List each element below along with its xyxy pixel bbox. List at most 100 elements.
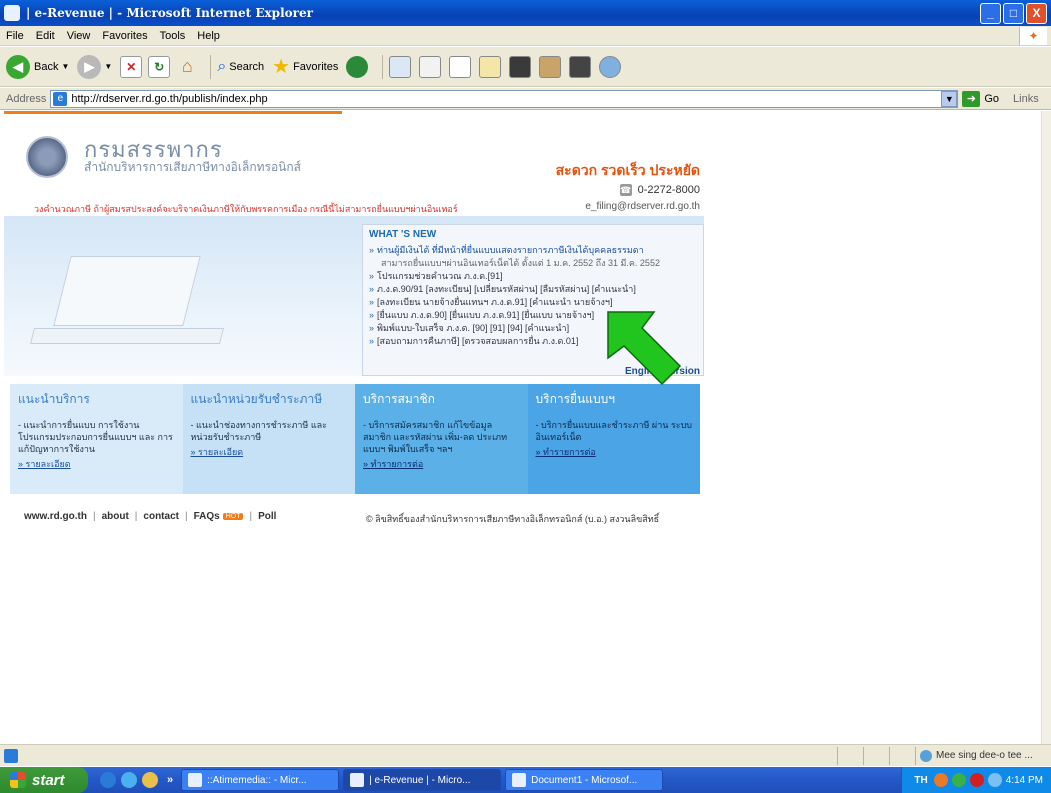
favorites-label: Favorites bbox=[293, 60, 339, 73]
people-icon[interactable] bbox=[599, 55, 622, 78]
window-title-bar[interactable]: | e-Revenue | - Microsoft Internet Explo… bbox=[0, 0, 1051, 26]
phone-icon: ☎ bbox=[619, 184, 632, 196]
minimize-button[interactable]: _ bbox=[980, 3, 1001, 24]
service-card: บริการยื่นแบบฯ - บริการยื่นแบบและชำระภาษ… bbox=[527, 384, 700, 494]
vertical-scrollbar[interactable] bbox=[1041, 111, 1051, 744]
green-pointer-arrow-icon bbox=[607, 311, 682, 386]
service-text: - บริการสมัครสมาชิก แก้ไขข้อมูล สมาชิก แ… bbox=[363, 420, 508, 454]
service-title: บริการสมาชิก bbox=[363, 392, 435, 406]
task-label: Document1 - Microsof... bbox=[531, 774, 638, 786]
ie-window-icon bbox=[4, 5, 20, 21]
go-button[interactable]: ➜ Go bbox=[962, 90, 999, 107]
search-button[interactable]: ⌕ Search bbox=[217, 58, 264, 76]
app-icon[interactable] bbox=[569, 55, 592, 78]
news-item[interactable]: » ภ.ง.ด.90/91 [ลงทะเบียน] [เปลี่ยนรหัสผ่า… bbox=[369, 283, 697, 296]
hot-badge: HOT bbox=[222, 513, 244, 520]
refresh-icon[interactable]: ↻ bbox=[148, 55, 171, 78]
menu-tools[interactable]: Tools bbox=[160, 30, 186, 42]
service-card: บริการสมาชิก - บริการสมัครสมาชิก แก้ไขข้… bbox=[355, 384, 528, 494]
forward-arrow-icon: ▶ bbox=[77, 54, 102, 79]
task-label: ::Atimemedia:: - Micr... bbox=[207, 774, 307, 786]
favorites-star-icon: ★ bbox=[272, 56, 291, 78]
ie-quicklaunch-icon[interactable] bbox=[100, 772, 116, 788]
service-text: - แนะนำการยื่นแบบ การใช้งาน โปรแกรมประกอ… bbox=[18, 420, 173, 454]
footer-link-poll[interactable]: Poll bbox=[258, 511, 276, 522]
go-arrow-icon: ➜ bbox=[962, 90, 981, 107]
links-button[interactable]: Links bbox=[1013, 93, 1039, 105]
forward-dropdown-icon[interactable]: ▼ bbox=[104, 62, 112, 71]
footer-separator: | bbox=[249, 511, 253, 522]
menu-edit[interactable]: Edit bbox=[36, 30, 55, 42]
footer-separator: | bbox=[134, 511, 138, 522]
service-link[interactable]: » ทำรายการต่อ bbox=[363, 457, 520, 471]
footer-link-contact[interactable]: contact bbox=[143, 511, 179, 522]
search-icon: ⌕ bbox=[217, 57, 227, 75]
language-indicator[interactable]: TH bbox=[914, 775, 927, 786]
volume-icon[interactable] bbox=[987, 773, 1002, 787]
taskbar-item[interactable]: ::Atimemedia:: - Micr... bbox=[181, 769, 340, 791]
service-title: บริการยื่นแบบฯ bbox=[535, 392, 615, 406]
service-card: แนะนำหน่วยรับชำระภาษี - แนะนำช่องทางการช… bbox=[182, 384, 355, 494]
desktop-quicklaunch-icon[interactable] bbox=[121, 772, 137, 788]
page-viewport[interactable]: กรมสรรพากร สำนักบริหารการเสียภาษีทางอิเล… bbox=[0, 111, 1041, 744]
news-item[interactable]: » โปรแกรมช่วยคำนวณ ภ.ง.ด.[91] bbox=[369, 270, 697, 283]
bullet-arrow-icon: » bbox=[369, 336, 375, 346]
quick-launch: » bbox=[100, 772, 177, 788]
forward-button[interactable]: ▶ ▼ bbox=[77, 54, 112, 79]
services-row: แนะนำบริการ - แนะนำการยื่นแบบ การใช้งาน … bbox=[10, 384, 700, 494]
user-icon bbox=[920, 749, 932, 762]
back-button[interactable]: ◀ Back ▼ bbox=[6, 54, 69, 79]
service-card: แนะนำบริการ - แนะนำการยื่นแบบ การใช้งาน … bbox=[10, 384, 183, 494]
clock: 4:14 PM bbox=[1005, 774, 1043, 786]
menu-file[interactable]: File bbox=[6, 30, 24, 42]
favorites-button[interactable]: ★ Favorites bbox=[272, 54, 338, 79]
media-quicklaunch-icon[interactable] bbox=[142, 772, 158, 788]
footer-separator: | bbox=[184, 511, 188, 522]
network-icon[interactable] bbox=[933, 773, 948, 787]
menu-view[interactable]: View bbox=[67, 30, 91, 42]
taskbar-item[interactable]: Document1 - Microsof... bbox=[505, 769, 664, 791]
footer-link-faqs[interactable]: FAQs bbox=[194, 511, 220, 522]
research-icon[interactable] bbox=[539, 55, 562, 78]
contact-email[interactable]: e_filing@rdserver.rd.go.th bbox=[585, 201, 700, 212]
footer-link-site[interactable]: www.rd.go.th bbox=[24, 511, 87, 522]
toolbar-separator bbox=[382, 54, 384, 79]
back-dropdown-icon[interactable]: ▼ bbox=[61, 62, 69, 71]
window-title: | e-Revenue | - Microsoft Internet Explo… bbox=[26, 6, 313, 20]
history-icon[interactable] bbox=[346, 55, 369, 78]
back-arrow-icon: ◀ bbox=[6, 54, 30, 79]
browser-toolbar: ◀ Back ▼ ▶ ▼ ✕ ↻ ⌂ ⌕ Search ★ Favorites bbox=[0, 47, 1051, 87]
antivirus-icon[interactable] bbox=[969, 773, 984, 787]
close-button[interactable]: X bbox=[1026, 3, 1047, 24]
address-dropdown-icon[interactable]: ▼ bbox=[941, 90, 958, 107]
messenger-tray-icon[interactable] bbox=[951, 773, 966, 787]
print-icon[interactable] bbox=[419, 55, 442, 78]
bullet-arrow-icon: » bbox=[369, 245, 375, 255]
bullet-arrow-icon: » bbox=[369, 323, 375, 333]
address-input[interactable]: e http://rdserver.rd.go.th/publish/index… bbox=[50, 89, 959, 108]
footer-link-about[interactable]: about bbox=[102, 511, 129, 522]
menu-help[interactable]: Help bbox=[197, 30, 220, 42]
mail-icon[interactable] bbox=[389, 55, 412, 78]
laptop-illustration bbox=[22, 256, 224, 366]
service-link[interactable]: » ทำรายการต่อ bbox=[536, 445, 693, 459]
service-link[interactable]: » รายละเอียด bbox=[191, 445, 348, 459]
chevron-right-icon[interactable]: » bbox=[167, 774, 173, 786]
status-pane bbox=[837, 746, 863, 765]
messenger-icon[interactable] bbox=[509, 55, 532, 78]
status-zone: Mee sing dee-o tee ... bbox=[915, 746, 1051, 765]
taskbar-item-active[interactable]: | e-Revenue | - Micro... bbox=[343, 769, 502, 791]
zone-text: Mee sing dee-o tee ... bbox=[936, 750, 1033, 761]
home-icon[interactable]: ⌂ bbox=[176, 56, 198, 78]
revenue-department-seal-icon bbox=[26, 136, 68, 178]
status-pane bbox=[889, 746, 915, 765]
edit-word-icon[interactable] bbox=[449, 55, 472, 78]
folder-icon[interactable] bbox=[479, 55, 502, 78]
news-item[interactable]: » ท่านผู้มีเงินได้ ที่มีหน้าที่ยื่นแบบแสด… bbox=[369, 244, 697, 257]
start-button[interactable]: start bbox=[0, 767, 88, 793]
service-text: - แนะนำช่องทางการชำระภาษี และ หน่วยรับชำ… bbox=[190, 420, 328, 442]
maximize-button[interactable]: □ bbox=[1003, 3, 1024, 24]
service-link[interactable]: » รายละเอียด bbox=[18, 457, 175, 471]
stop-icon[interactable]: ✕ bbox=[120, 55, 143, 78]
menu-favorites[interactable]: Favorites bbox=[102, 30, 147, 42]
